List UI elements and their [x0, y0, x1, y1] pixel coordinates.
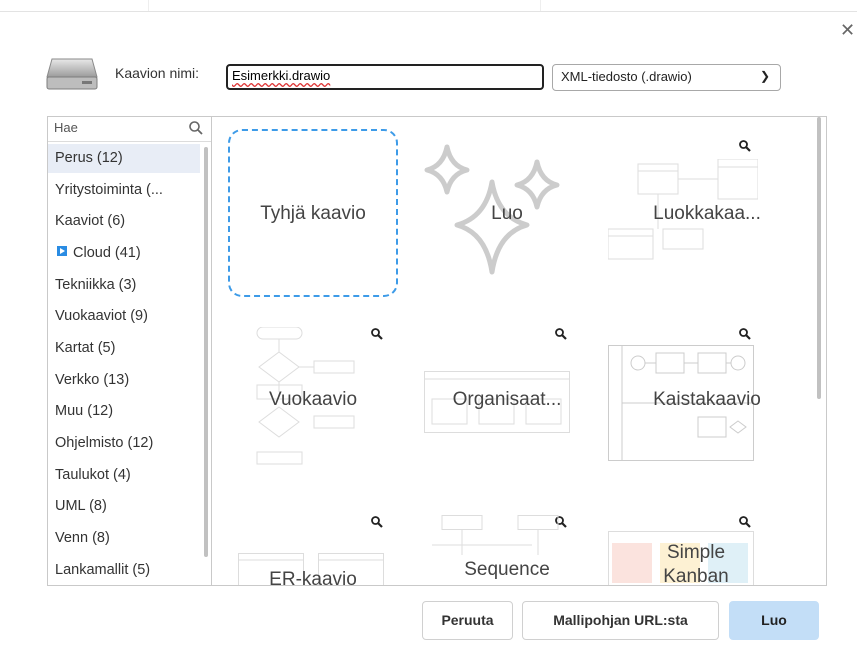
category-lankamallit[interactable]: Lankamallit (5)	[48, 556, 200, 585]
template-label: Kaistakaavio	[653, 389, 761, 410]
template-label: Luokkakaa...	[653, 203, 761, 224]
create-button[interactable]: Luo	[729, 601, 819, 640]
top-divider	[540, 0, 541, 11]
cancel-button[interactable]: Peruuta	[422, 601, 513, 640]
preview-magnifier-icon[interactable]	[370, 327, 384, 341]
chevron-down-icon: ❯	[759, 69, 770, 83]
top-border	[0, 11, 857, 12]
template-swimlane[interactable]: Kaistakaavio	[602, 307, 812, 497]
template-class-diagram[interactable]: Luokkakaa...	[602, 117, 812, 307]
template-scrollbar[interactable]	[817, 117, 821, 399]
preview-magnifier-icon[interactable]	[738, 515, 752, 529]
category-yritystoiminta[interactable]: Yritystoiminta (...	[48, 176, 200, 205]
template-sequence[interactable]: Sequence	[412, 497, 602, 585]
preview-magnifier-icon[interactable]	[554, 327, 568, 341]
template-label: Tyhjä kaavio	[260, 203, 366, 224]
template-er-diagram[interactable]: ER-kaavio	[212, 497, 412, 586]
search-icon[interactable]	[188, 120, 204, 136]
preview-magnifier-icon[interactable]	[738, 327, 752, 341]
template-flowchart[interactable]: Vuokaavio	[212, 307, 412, 497]
format-select[interactable]: XML-tiedosto (.drawio) ❯	[552, 64, 781, 91]
template-label: Organisaat...	[452, 389, 562, 410]
template-kanban[interactable]: Simple Kanban	[602, 497, 812, 586]
category-uml[interactable]: UML (8)	[48, 492, 200, 521]
template-label: Vuokaavio	[268, 389, 358, 410]
cloud-icon	[57, 246, 67, 256]
category-muu[interactable]: Muu (12)	[48, 397, 200, 426]
preview-magnifier-icon[interactable]	[738, 139, 752, 153]
template-blank[interactable]: Tyhjä kaavio	[212, 117, 412, 307]
filename-label: Kaavion nimi:	[115, 65, 200, 81]
category-ohjelmisto[interactable]: Ohjelmisto (12)	[48, 429, 200, 458]
sequence-thumbnail	[432, 515, 559, 555]
category-taulukot[interactable]: Taulukot (4)	[48, 461, 200, 490]
template-grid: Tyhjä kaavio Luo Luokkakaa... Vuokaavio …	[211, 116, 827, 586]
template-label: ER-kaavio	[269, 569, 357, 586]
category-kartat[interactable]: Kartat (5)	[48, 334, 200, 363]
category-sidebar: Hae Perus (12) Yritystoiminta (... Kaavi…	[47, 116, 212, 586]
search-box[interactable]: Hae	[48, 117, 212, 142]
category-verkko[interactable]: Verkko (13)	[48, 366, 200, 395]
template-org-chart[interactable]: Organisaat...	[412, 307, 602, 497]
format-select-value: XML-tiedosto (.drawio)	[561, 69, 692, 84]
category-kaaviot[interactable]: Kaaviot (6)	[48, 207, 200, 236]
category-cloud-label: Cloud (41)	[73, 245, 141, 261]
search-input[interactable]: Hae	[54, 120, 78, 135]
category-tekniikka[interactable]: Tekniikka (3)	[48, 271, 200, 300]
template-generate[interactable]: Luo	[412, 117, 602, 307]
close-icon[interactable]: ✕	[840, 20, 857, 40]
category-venn[interactable]: Venn (8)	[48, 524, 200, 553]
top-divider	[148, 0, 149, 11]
sidebar-scrollbar[interactable]	[204, 147, 208, 557]
filename-input[interactable]: Esimerkki.drawio	[226, 64, 544, 90]
template-label: Simple Kanban	[663, 542, 729, 586]
category-vuokaaviot[interactable]: Vuokaaviot (9)	[48, 302, 200, 331]
template-label: Sequence	[464, 559, 550, 580]
template-label: Luo	[491, 203, 523, 224]
preview-magnifier-icon[interactable]	[370, 515, 384, 529]
drive-icon	[46, 58, 98, 90]
template-from-url-button[interactable]: Mallipohjan URL:sta	[522, 601, 719, 640]
category-perus[interactable]: Perus (12)	[48, 144, 200, 173]
category-cloud[interactable]: Cloud (41)	[48, 239, 200, 268]
